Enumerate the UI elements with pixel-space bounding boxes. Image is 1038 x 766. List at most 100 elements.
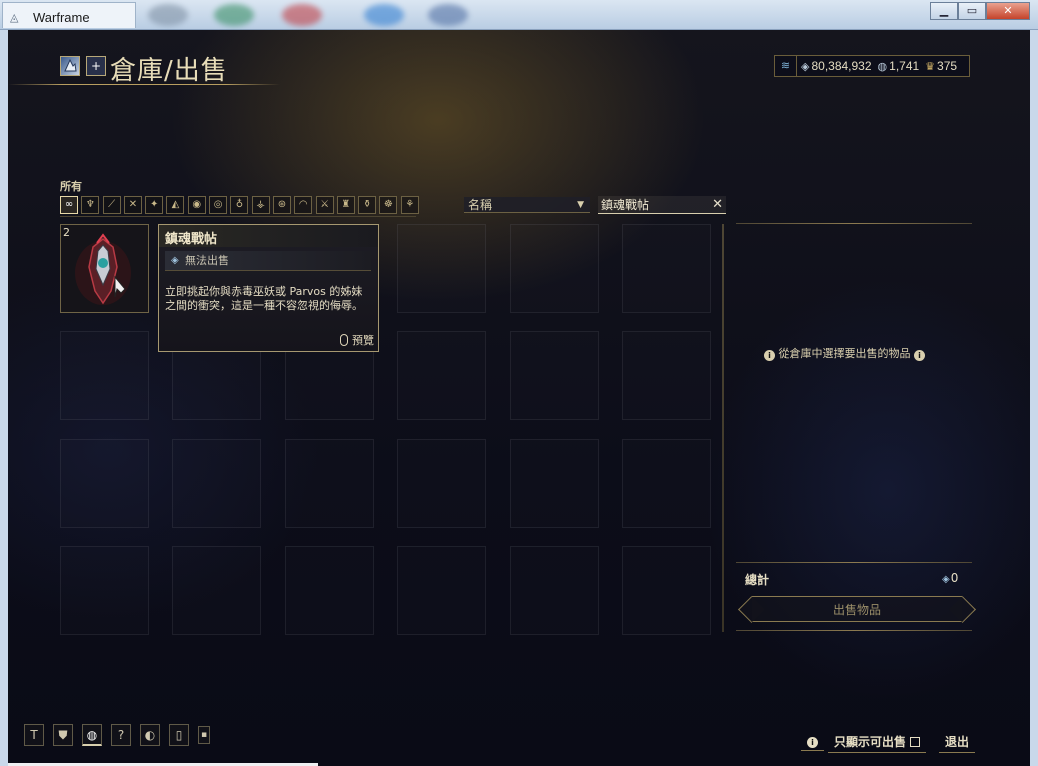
- tooltip-status: ◈ 無法出售: [165, 251, 371, 271]
- profile-icon[interactable]: [60, 56, 80, 76]
- category-primary-icon[interactable]: ⟋: [102, 196, 121, 214]
- currency-bar: ≋ ◈ 80,384,932 ◍ 1,741 ♛ 375: [774, 55, 971, 77]
- category-filter-bar: ∞ ♆ ⟋ ✕ ✦ ◭ ◉ ◎ ♁ ⚶ ⊛ ◠ ⚔ ♜ ⚱ ☸ ⚘: [60, 196, 422, 214]
- credits-icon: ◈: [801, 60, 810, 73]
- taskbar-thumb-icon: [364, 4, 404, 26]
- category-mods-icon[interactable]: ◎: [209, 196, 228, 214]
- grid-divider: [722, 224, 724, 632]
- sell-panel-divider: [736, 223, 972, 224]
- taskbar-thumb-icon: [148, 4, 188, 26]
- total-label: 總計: [745, 573, 770, 587]
- category-captura-icon[interactable]: ⚱: [358, 196, 377, 214]
- maximize-button[interactable]: ▭: [958, 2, 986, 20]
- category-relics-icon[interactable]: ⚶: [251, 196, 270, 214]
- item-quantity: 2: [63, 226, 70, 239]
- small-icon[interactable]: ▪: [198, 726, 210, 744]
- category-sentinels-icon[interactable]: ◉: [187, 196, 206, 214]
- sell-panel-divider: [736, 630, 972, 631]
- requiem-ultimatum-icon: [75, 233, 131, 305]
- sell-panel-hint: i 從倉庫中選擇要出售的物品 i: [764, 345, 925, 361]
- inventory-slot: [172, 545, 262, 635]
- shield-icon[interactable]: ⛊: [53, 724, 73, 746]
- add-icon[interactable]: +: [86, 56, 106, 76]
- inventory-slot: [60, 438, 149, 528]
- help-icon[interactable]: ?: [111, 724, 131, 746]
- category-decorations-icon[interactable]: ⚘: [400, 196, 419, 214]
- search-input[interactable]: 鎮魂戰帖 ✕: [598, 196, 726, 214]
- taskbar-thumb-icon: [282, 4, 322, 26]
- game-viewport: + 倉庫/出售 ≋ ◈ 80,384,932 ◍ 1,741 ♛ 375 所有 ∞ ♆ ⟋…: [8, 30, 1030, 766]
- inventory-slot: [509, 224, 599, 313]
- category-fish-icon[interactable]: ⊛: [272, 196, 291, 214]
- inventory-slot: [621, 331, 711, 421]
- category-misc-icon[interactable]: ⚔: [315, 196, 334, 214]
- window-frame-left: [0, 30, 8, 766]
- category-gear-icon[interactable]: ♜: [336, 196, 355, 214]
- credits-value: 80,384,932: [811, 59, 872, 73]
- sell-panel-divider: [736, 562, 972, 563]
- minimize-button[interactable]: ▁: [930, 2, 958, 20]
- warframe-logo-icon: ◬: [10, 11, 19, 24]
- info-icon: i: [764, 350, 775, 361]
- total-value-text: 0: [950, 571, 959, 585]
- category-label: 所有: [60, 180, 82, 193]
- preview-label: 預覽: [352, 334, 374, 347]
- window-tab[interactable]: ◬ Warframe: [2, 2, 136, 28]
- category-emotes-icon[interactable]: ☸: [379, 196, 398, 214]
- inventory-slot: [397, 224, 487, 313]
- inventory-slot: [284, 545, 374, 635]
- window-titlebar: ◬ Warframe ▁ ▭ ✕: [0, 0, 1038, 30]
- tooltip-status-text: 無法出售: [185, 254, 229, 267]
- mouse-icon[interactable]: ◐: [140, 724, 160, 746]
- inventory-slot: [60, 331, 149, 421]
- clear-search-icon[interactable]: ✕: [712, 196, 723, 214]
- inventory-slot: [509, 438, 599, 528]
- chevron-down-icon: ▼: [577, 200, 584, 210]
- inventory-slot: [60, 545, 149, 635]
- info-button[interactable]: i: [801, 733, 824, 751]
- text-icon[interactable]: T: [24, 724, 44, 746]
- inventory-slot: [621, 545, 711, 635]
- category-melee-icon[interactable]: ✦: [145, 196, 164, 214]
- platinum-value: 1,741: [889, 59, 920, 73]
- inventory-slot: [397, 438, 487, 528]
- page-title: 倉庫/出售: [110, 56, 228, 86]
- category-all-icon[interactable]: ∞: [60, 196, 78, 214]
- inventory-slot: [509, 545, 599, 635]
- sort-dropdown[interactable]: 名稱 ▼: [464, 197, 590, 213]
- item-tooltip: 鎮魂戰帖 ◈ 無法出售 立即挑起你與赤毒巫妖或 Parvos 的姊妹之間的衝突，…: [158, 224, 379, 352]
- category-underline: [60, 216, 416, 217]
- preview-button[interactable]: 預覽: [340, 332, 374, 348]
- category-secondary-icon[interactable]: ✕: [123, 196, 142, 214]
- avatar-icon[interactable]: ◍: [82, 724, 102, 746]
- sellable-only-label: 只顯示可出售: [834, 735, 907, 749]
- inventory-slot: [397, 545, 487, 635]
- inventory-item[interactable]: 2: [60, 224, 149, 313]
- inventory-slot: [621, 224, 711, 313]
- checkbox-icon: [910, 737, 921, 747]
- tooltip-description: 立即挑起你與赤毒巫妖或 Parvos 的姊妹之間的衝突，這是一種不容忽視的侮辱。: [165, 285, 363, 312]
- category-resources-icon[interactable]: ♁: [230, 196, 249, 214]
- search-value: 鎮魂戰帖: [601, 198, 650, 212]
- sell-items-button[interactable]: 出售物品: [752, 596, 962, 622]
- category-warframes-icon[interactable]: ♆: [81, 196, 100, 214]
- taskbar-thumb-icon: [214, 4, 254, 26]
- close-window-button[interactable]: ✕: [986, 2, 1030, 20]
- platinum-icon: ◍: [877, 60, 888, 73]
- header-divider: [8, 84, 280, 85]
- sell-panel-hint-text: 從倉庫中選擇要出售的物品: [778, 347, 911, 360]
- credits-icon: ◈: [171, 255, 179, 266]
- inventory-slot: [621, 438, 711, 528]
- inventory-slot: [172, 438, 262, 528]
- exit-button[interactable]: 退出: [939, 733, 976, 753]
- category-archwing-icon[interactable]: ◭: [166, 196, 185, 214]
- void-relic-icon[interactable]: ≋: [775, 56, 797, 76]
- inventory-slot: [509, 331, 599, 421]
- taskbar-thumb-icon: [428, 4, 468, 26]
- phone-icon[interactable]: ▯: [169, 724, 189, 746]
- inventory-slot: [397, 331, 487, 421]
- sellable-only-toggle[interactable]: 只顯示可出售: [828, 733, 927, 753]
- mouse-icon: [340, 334, 348, 346]
- category-arcanes-icon[interactable]: ◠: [294, 196, 313, 214]
- window-title: Warframe: [33, 10, 90, 25]
